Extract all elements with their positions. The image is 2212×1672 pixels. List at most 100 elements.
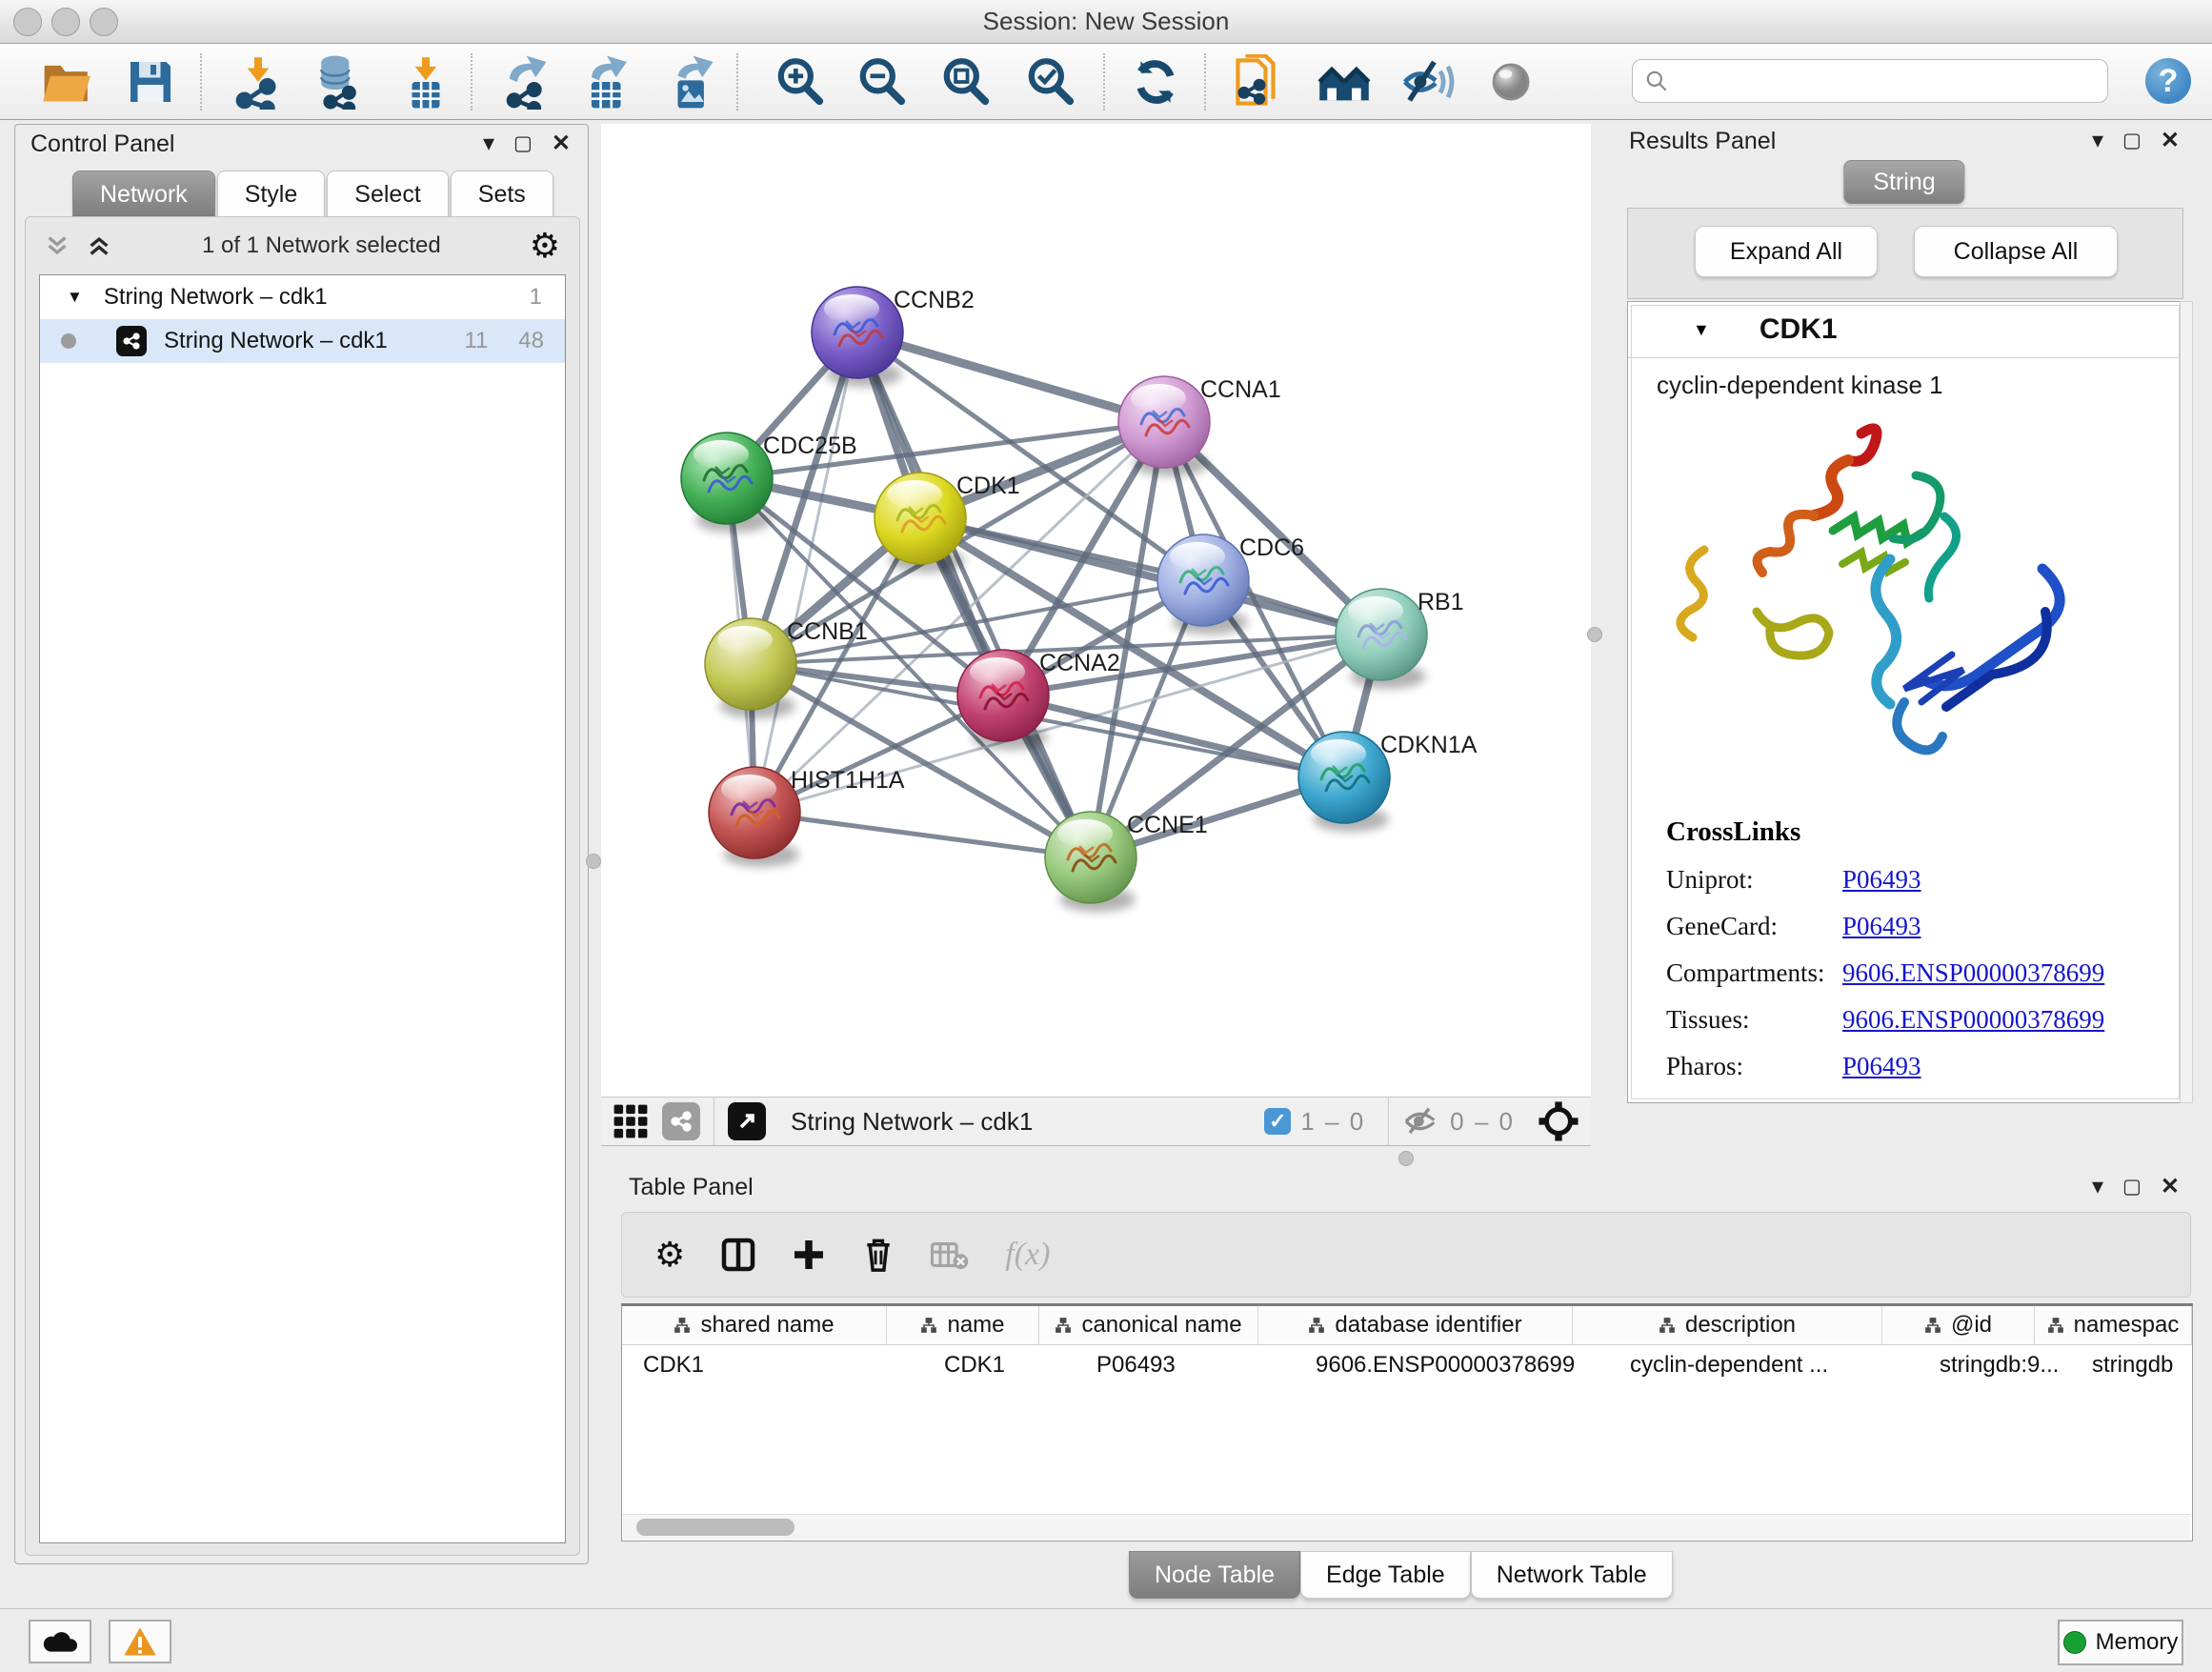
network-node-HIST1H1A[interactable] bbox=[709, 767, 800, 867]
network-node-CDC6[interactable] bbox=[1157, 534, 1249, 635]
warnings-button[interactable] bbox=[109, 1620, 171, 1663]
table-options-gear-icon[interactable]: ⚙ bbox=[654, 1238, 685, 1272]
crosslink-uniprot[interactable]: P06493 bbox=[1842, 865, 1921, 895]
zoom-fit-button[interactable] bbox=[935, 51, 996, 112]
panel-float-icon[interactable]: ▢ bbox=[2122, 130, 2142, 152]
add-column-icon[interactable] bbox=[792, 1238, 826, 1272]
memory-button[interactable]: Memory bbox=[2058, 1620, 2183, 1665]
column-header[interactable]: name bbox=[887, 1306, 1039, 1344]
column-header[interactable]: canonical name bbox=[1039, 1306, 1258, 1344]
zoom-selected-button[interactable] bbox=[1020, 51, 1081, 112]
tab-network-table[interactable]: Network Table bbox=[1471, 1551, 1673, 1599]
network-node-CDC25B[interactable] bbox=[681, 433, 773, 533]
table-cell[interactable]: CDK1 bbox=[887, 1345, 1039, 1385]
import-table-button[interactable] bbox=[395, 51, 456, 112]
network-canvas[interactable]: CCNB2CCNA1CDC25BCDK1CDC6RB1CCNB1CCNA2CDK… bbox=[601, 124, 1591, 1097]
table-cell[interactable]: P06493 bbox=[1039, 1345, 1258, 1385]
search-input[interactable] bbox=[1669, 67, 2096, 95]
network-edge[interactable] bbox=[754, 332, 857, 813]
table-cell[interactable]: 9606.ENSP00000378699 bbox=[1258, 1345, 1573, 1385]
horizontal-splitter-handle[interactable] bbox=[1398, 1151, 1414, 1166]
tab-string[interactable]: String bbox=[1843, 160, 1964, 204]
import-network-file-button[interactable] bbox=[228, 51, 289, 112]
panel-float-icon[interactable]: ▢ bbox=[2122, 1176, 2142, 1199]
network-node-RB1[interactable] bbox=[1336, 589, 1427, 689]
grid-view-icon[interactable] bbox=[613, 1103, 649, 1139]
tab-network[interactable]: Network bbox=[72, 171, 215, 217]
collapse-all-icon[interactable] bbox=[43, 232, 71, 259]
show-graphics-button[interactable] bbox=[1480, 51, 1541, 112]
collection-expand-icon[interactable]: ▼ bbox=[67, 288, 83, 307]
vertical-splitter-handle[interactable] bbox=[1587, 627, 1602, 642]
tab-edge-table[interactable]: Edge Table bbox=[1300, 1551, 1471, 1599]
open-session-button[interactable] bbox=[36, 51, 97, 112]
cloud-status-button[interactable] bbox=[29, 1620, 91, 1663]
network-node-CCNA1[interactable] bbox=[1118, 376, 1210, 476]
gene-collapse-icon[interactable]: ▼ bbox=[1693, 320, 1710, 340]
panel-menu-icon[interactable]: ▾ bbox=[2092, 130, 2103, 152]
hide-labels-button[interactable] bbox=[1398, 51, 1458, 112]
birdseye-toggle-icon[interactable] bbox=[1538, 1100, 1579, 1142]
expand-all-icon[interactable] bbox=[85, 232, 113, 259]
scrollbar-thumb[interactable] bbox=[636, 1519, 794, 1536]
network-node-CCNE1[interactable] bbox=[1045, 812, 1136, 912]
delete-column-icon[interactable] bbox=[862, 1237, 895, 1273]
tab-sets[interactable]: Sets bbox=[451, 171, 553, 217]
column-header[interactable]: shared name bbox=[622, 1306, 887, 1344]
panel-close-icon[interactable]: ✕ bbox=[552, 132, 571, 155]
refresh-button[interactable] bbox=[1125, 51, 1186, 112]
table-cell[interactable]: CDK1 bbox=[622, 1345, 887, 1385]
network-graph[interactable]: CCNB2CCNA1CDC25BCDK1CDC6RB1CCNB1CCNA2CDK… bbox=[601, 124, 1591, 1097]
network-edge[interactable] bbox=[754, 813, 1091, 857]
home-networks-button[interactable] bbox=[1314, 51, 1375, 112]
tab-style[interactable]: Style bbox=[217, 171, 326, 217]
show-columns-icon[interactable] bbox=[721, 1238, 755, 1272]
network-node-CCNB1[interactable] bbox=[705, 618, 796, 718]
expand-all-button[interactable]: Expand All bbox=[1695, 226, 1878, 277]
results-scrollbar[interactable] bbox=[2180, 301, 2193, 1103]
selected-checkbox[interactable]: ✓ bbox=[1264, 1108, 1291, 1135]
network-options-gear-icon[interactable]: ⚙ bbox=[530, 229, 560, 263]
table-row[interactable]: CDK1CDK1P064939606.ENSP00000378699cyclin… bbox=[622, 1345, 2192, 1385]
import-network-database-button[interactable] bbox=[308, 51, 369, 112]
search-field[interactable] bbox=[1632, 59, 2108, 103]
tab-node-table[interactable]: Node Table bbox=[1129, 1551, 1300, 1599]
export-image-button[interactable] bbox=[661, 51, 722, 112]
panel-close-icon[interactable]: ✕ bbox=[2161, 1176, 2180, 1199]
column-header[interactable]: namespac bbox=[2035, 1306, 2192, 1344]
collapse-all-button[interactable]: Collapse All bbox=[1914, 226, 2118, 277]
network-row[interactable]: String Network – cdk1 11 48 bbox=[40, 319, 565, 363]
network-share-view-icon[interactable] bbox=[662, 1102, 700, 1140]
network-node-CDKN1A[interactable] bbox=[1298, 732, 1390, 832]
network-edge[interactable] bbox=[920, 518, 1381, 635]
export-table-button[interactable] bbox=[576, 51, 637, 112]
save-session-button[interactable] bbox=[120, 51, 181, 112]
network-collection-row[interactable]: ▼ String Network – cdk1 1 bbox=[40, 275, 565, 319]
table-cell[interactable]: cyclin-dependent ... bbox=[1573, 1345, 1882, 1385]
panel-float-icon[interactable]: ▢ bbox=[513, 132, 533, 155]
detach-view-icon[interactable] bbox=[728, 1102, 766, 1140]
tab-select[interactable]: Select bbox=[327, 171, 448, 217]
crosslink-pharos[interactable]: P06493 bbox=[1842, 1052, 1921, 1081]
vertical-splitter-handle[interactable] bbox=[586, 854, 601, 869]
export-network-button[interactable] bbox=[494, 51, 555, 112]
column-header[interactable]: database identifier bbox=[1258, 1306, 1573, 1344]
panel-menu-icon[interactable]: ▾ bbox=[2092, 1176, 2103, 1199]
crosslink-genecard[interactable]: P06493 bbox=[1842, 912, 1921, 941]
table-horizontal-scrollbar[interactable] bbox=[623, 1514, 2190, 1540]
panel-menu-icon[interactable]: ▾ bbox=[483, 132, 494, 155]
table-cell[interactable]: stringdb:9... bbox=[1882, 1345, 2035, 1385]
panel-close-icon[interactable]: ✕ bbox=[2161, 130, 2180, 152]
gene-header-row[interactable]: ▼ CDK1 bbox=[1628, 302, 2182, 358]
column-header[interactable]: @id bbox=[1882, 1306, 2035, 1344]
help-button[interactable]: ? bbox=[2145, 58, 2191, 104]
network-node-CDK1[interactable] bbox=[875, 473, 966, 573]
zoom-out-button[interactable] bbox=[852, 51, 913, 112]
column-header[interactable]: description bbox=[1573, 1306, 1882, 1344]
crosslink-compartments[interactable]: 9606.ENSP00000378699 bbox=[1842, 958, 2104, 988]
annotation-document-button[interactable] bbox=[1229, 51, 1290, 112]
zoom-in-button[interactable] bbox=[770, 51, 831, 112]
network-edge[interactable] bbox=[857, 332, 1164, 422]
crosslink-tissues[interactable]: 9606.ENSP00000378699 bbox=[1842, 1005, 2104, 1035]
table-cell[interactable]: stringdb bbox=[2035, 1345, 2192, 1385]
